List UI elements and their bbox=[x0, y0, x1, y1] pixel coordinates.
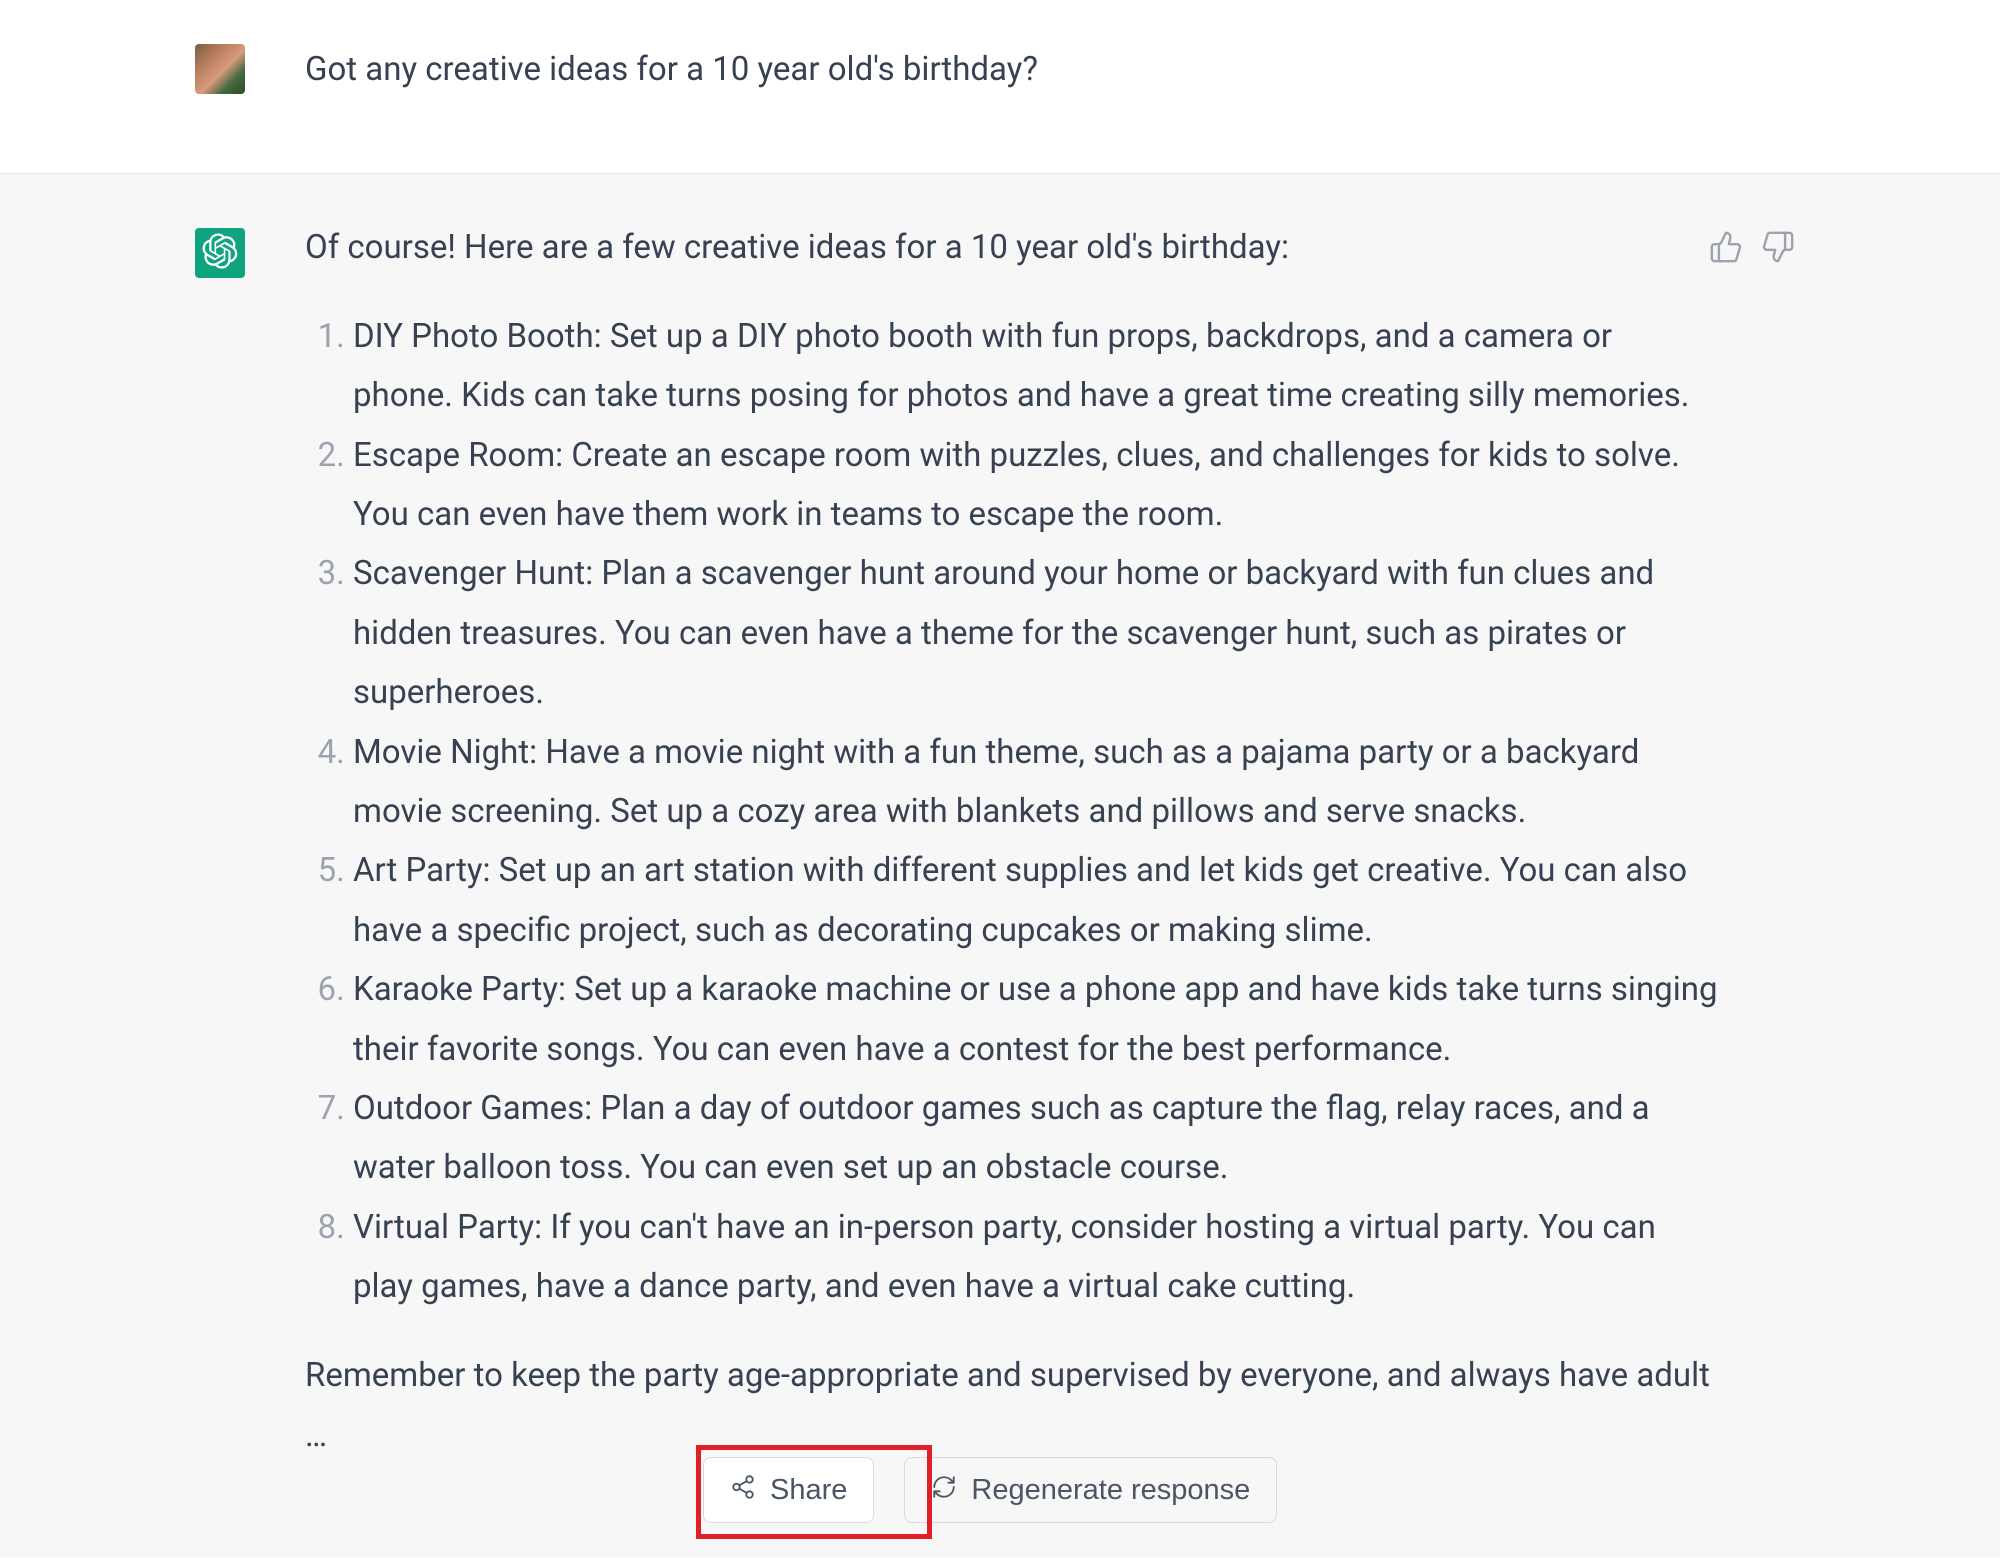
assistant-closing-text: Remember to keep the party age-appropria… bbox=[305, 1346, 1720, 1465]
list-item: DIY Photo Booth: Set up a DIY photo boot… bbox=[353, 307, 1720, 426]
assistant-intro-text: Of course! Here are a few creative ideas… bbox=[305, 224, 1720, 272]
assistant-message-body: Of course! Here are a few creative ideas… bbox=[285, 224, 1720, 1465]
list-item: Virtual Party: If you can't have an in-p… bbox=[353, 1198, 1720, 1317]
list-item: Escape Room: Create an escape room with … bbox=[353, 426, 1720, 545]
feedback-buttons bbox=[1709, 230, 1795, 267]
user-avatar bbox=[195, 44, 245, 94]
assistant-avatar bbox=[195, 228, 245, 278]
list-item: Outdoor Games: Plan a day of outdoor gam… bbox=[353, 1079, 1720, 1198]
list-item: Movie Night: Have a movie night with a f… bbox=[353, 723, 1720, 842]
user-message-row: Got any creative ideas for a 10 year old… bbox=[0, 0, 2000, 94]
list-item: Art Party: Set up an art station with di… bbox=[353, 841, 1720, 960]
idea-list: DIY Photo Booth: Set up a DIY photo boot… bbox=[305, 307, 1720, 1317]
refresh-icon bbox=[931, 1474, 957, 1506]
share-button[interactable]: Share bbox=[703, 1457, 874, 1523]
assistant-message-block: Of course! Here are a few creative ideas… bbox=[0, 174, 2000, 1557]
share-icon bbox=[730, 1474, 756, 1506]
action-row: Share Regenerate response bbox=[703, 1457, 1277, 1523]
assistant-message-row: Of course! Here are a few creative ideas… bbox=[0, 174, 2000, 1465]
regenerate-button[interactable]: Regenerate response bbox=[904, 1457, 1277, 1523]
list-item: Scavenger Hunt: Plan a scavenger hunt ar… bbox=[353, 544, 1720, 722]
user-message-text: Got any creative ideas for a 10 year old… bbox=[285, 42, 1038, 94]
user-message-block: Got any creative ideas for a 10 year old… bbox=[0, 0, 2000, 174]
thumbs-up-icon bbox=[1709, 252, 1743, 267]
share-button-label: Share bbox=[770, 1476, 847, 1505]
thumbs-up-button[interactable] bbox=[1709, 230, 1743, 267]
list-item: Karaoke Party: Set up a karaoke machine … bbox=[353, 960, 1720, 1079]
thumbs-down-icon bbox=[1761, 252, 1795, 267]
openai-logo-icon bbox=[202, 233, 238, 273]
thumbs-down-button[interactable] bbox=[1761, 230, 1795, 267]
regenerate-button-label: Regenerate response bbox=[971, 1476, 1250, 1505]
